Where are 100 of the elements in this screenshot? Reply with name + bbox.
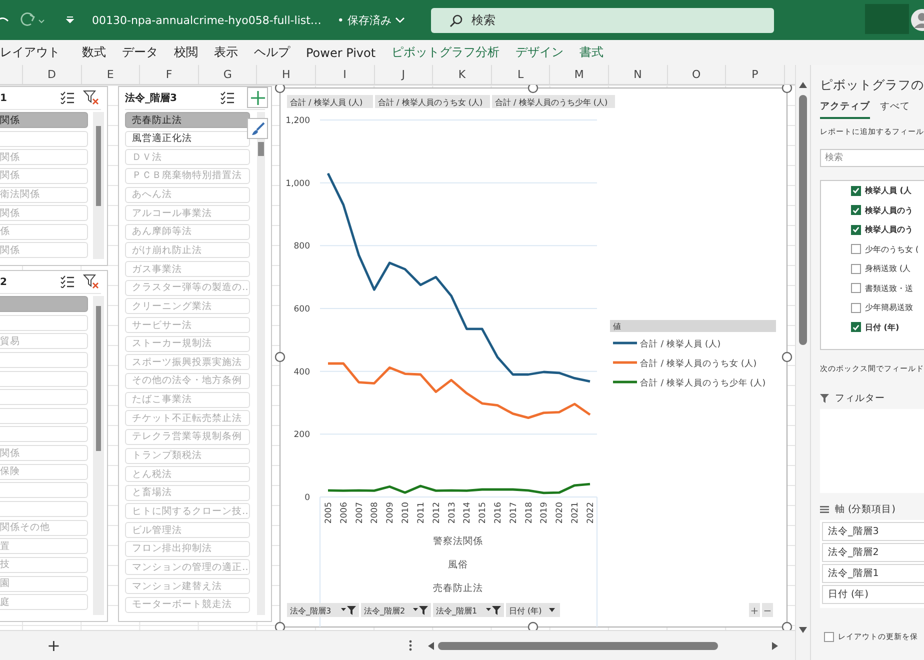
ribbon-tab[interactable]: デザイン <box>508 44 572 61</box>
column-header[interactable]: H <box>257 65 316 84</box>
x-axis-label: 2022 <box>586 502 596 524</box>
multi-select-icon[interactable] <box>60 275 75 288</box>
ribbon-tab[interactable]: 校閲 <box>166 44 206 61</box>
resize-handle[interactable] <box>782 352 792 362</box>
chart-elements-button[interactable] <box>247 87 268 108</box>
resize-handle[interactable] <box>274 622 286 630</box>
column-header[interactable]: M <box>550 65 609 84</box>
field-checkbox[interactable] <box>851 302 861 313</box>
x-axis-label: 2010 <box>401 502 412 524</box>
slicer-title: 1 <box>0 92 7 104</box>
avatar-icon[interactable] <box>910 8 924 32</box>
value-field-button[interactable]: 合計 / 検挙人員 (人) <box>287 95 373 108</box>
chart-styles-button[interactable] <box>247 118 268 139</box>
column-header[interactable]: O <box>668 65 726 84</box>
axis-field-button[interactable]: 法令_階層3 <box>287 603 359 617</box>
multi-select-icon[interactable] <box>60 91 75 104</box>
search-field[interactable]: 検索 <box>431 8 774 32</box>
field-checkbox[interactable] <box>851 186 861 196</box>
field-checkbox[interactable] <box>851 283 861 294</box>
ribbon-tab[interactable]: ピボットグラフ分析 <box>384 44 508 61</box>
resize-handle[interactable] <box>782 622 792 630</box>
column-header[interactable]: P <box>726 65 785 84</box>
vertical-scrollbar-thumb[interactable] <box>799 95 807 345</box>
column-header[interactable]: K <box>433 65 492 84</box>
zoom-button[interactable]: − <box>762 603 773 617</box>
ribbon-tab[interactable]: レイアウト <box>0 44 68 61</box>
save-status[interactable]: • 保存済み <box>337 12 392 28</box>
field-checkbox[interactable] <box>851 244 861 254</box>
column-header[interactable]: N <box>608 65 668 84</box>
axis-field-button[interactable]: 日付 (年) <box>506 603 560 617</box>
field-search[interactable]: 検索 <box>820 149 924 167</box>
scrollbar-thumb[interactable] <box>96 306 101 451</box>
ribbon-tab[interactable]: 書式 <box>572 44 612 61</box>
search-icon <box>449 14 464 28</box>
pane-tab[interactable]: アクティブ <box>820 100 870 119</box>
scroll-down-icon[interactable] <box>799 627 807 633</box>
customize-caret-icon[interactable] <box>66 16 74 24</box>
resize-handle[interactable] <box>782 85 792 94</box>
resize-handle[interactable] <box>528 622 538 630</box>
x-axis-label: 2006 <box>339 502 350 524</box>
column-header[interactable]: E <box>82 65 140 84</box>
scroll-right-icon[interactable] <box>772 642 778 650</box>
scrollbar-thumb[interactable] <box>96 126 101 206</box>
column-header[interactable]: I <box>316 65 375 84</box>
value-field-button[interactable]: 合計 / 検挙人員のうち女 (人) <box>375 95 490 108</box>
axis-field-button[interactable]: 法令_階層2 <box>361 603 431 617</box>
ribbon-tab[interactable]: 数式 <box>74 44 114 61</box>
add-sheet-button[interactable]: + <box>43 636 64 655</box>
column-header[interactable]: L <box>492 65 550 84</box>
ribbon-tab[interactable]: 表示 <box>206 44 246 61</box>
field-checkbox[interactable] <box>851 224 861 235</box>
field-name[interactable]: 少年のうち女 ( <box>865 244 919 255</box>
axis-field-item[interactable]: 法令_階層3 <box>822 522 924 541</box>
more-options-icon[interactable] <box>409 640 412 651</box>
column-header[interactable]: F <box>140 65 199 84</box>
value-field-button[interactable]: 合計 / 検挙人員のうち少年 (人) <box>492 95 615 108</box>
field-checkbox[interactable] <box>851 264 861 274</box>
horizontal-scrollbar-thumb[interactable] <box>438 642 718 650</box>
axis-field-button[interactable]: 法令_階層1 <box>433 603 504 617</box>
defer-update-checkbox[interactable] <box>824 632 834 642</box>
scroll-left-icon[interactable] <box>428 642 434 650</box>
column-header[interactable]: G <box>198 65 258 84</box>
column-header[interactable]: D <box>23 65 82 84</box>
ribbon-tab[interactable]: ヘルプ <box>246 44 298 61</box>
slicer-item[interactable]: 売春防止法 <box>125 112 250 128</box>
axis-field-item[interactable]: 法令_階層1 <box>822 564 924 583</box>
field-name[interactable]: 身柄送致 (人 <box>865 263 911 274</box>
slicer-item[interactable]: 風営適正化法 <box>125 130 250 147</box>
resize-handle[interactable] <box>274 352 286 362</box>
legend-label: 合計 / 検挙人員 (人) <box>640 338 721 350</box>
field-name[interactable]: 日付 (年) <box>865 322 900 333</box>
scroll-up-icon[interactable] <box>799 82 807 88</box>
ribbon-tab[interactable]: データ <box>114 44 166 61</box>
axis-field-item[interactable]: 日付 (年) <box>822 585 924 604</box>
field-name[interactable]: 書類送致・送 <box>865 282 913 294</box>
scrollbar-thumb[interactable] <box>258 142 264 156</box>
legend-label: 合計 / 検挙人員のうち女 (人) <box>640 358 757 369</box>
resize-handle[interactable] <box>528 85 538 94</box>
field-checkbox[interactable] <box>851 205 861 216</box>
category-label: 売春防止法 <box>433 583 483 594</box>
field-name[interactable]: 少年簡易送致 <box>865 302 913 314</box>
multi-select-icon[interactable] <box>220 91 235 104</box>
field-name[interactable]: 検挙人員のう <box>865 224 913 236</box>
ribbon-tab[interactable]: Power Pivot <box>298 46 384 60</box>
chevron-down-icon[interactable] <box>395 16 406 24</box>
redo-icon[interactable] <box>20 12 46 28</box>
zoom-button[interactable]: + <box>749 603 760 617</box>
clear-filter-icon[interactable] <box>83 274 99 289</box>
column-header[interactable]: J <box>374 65 434 84</box>
axis-field-item[interactable]: 法令_階層2 <box>822 543 924 562</box>
slicer-item[interactable]: 関係 <box>0 112 88 128</box>
field-name[interactable]: 検挙人員のう <box>865 204 913 216</box>
pane-tab[interactable]: すべて <box>880 100 910 119</box>
legend-entry: 合計 / 検挙人員 (人) <box>613 340 721 350</box>
clear-filter-icon[interactable] <box>83 90 99 105</box>
field-checkbox[interactable] <box>851 322 861 332</box>
resize-handle[interactable] <box>274 85 286 94</box>
field-name[interactable]: 検挙人員 (人 <box>865 185 912 196</box>
